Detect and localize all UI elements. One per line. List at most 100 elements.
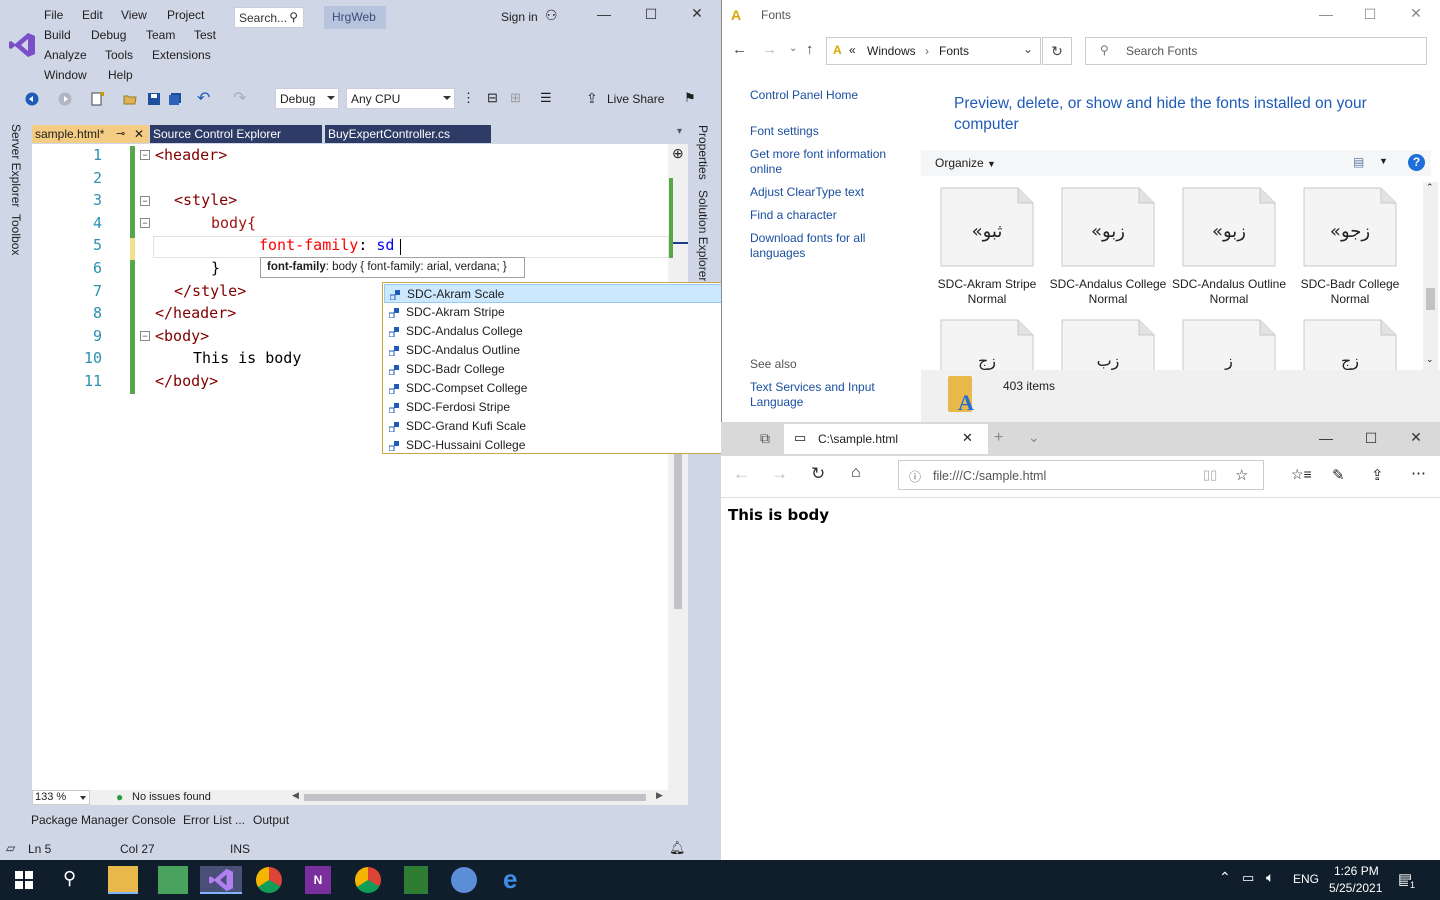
nav-find-character[interactable]: Find a character [750, 208, 837, 223]
menu-debug[interactable]: Debug [91, 28, 126, 42]
error-list-tab[interactable]: Error List ... [183, 813, 245, 827]
live-share-button[interactable]: Live Share [607, 92, 664, 106]
save-icon[interactable] [147, 92, 161, 106]
font-grid-scroll-thumb[interactable] [1426, 288, 1435, 310]
web-note-icon[interactable]: ✎ [1332, 466, 1345, 484]
completion-item[interactable]: SDC-Akram Stripe [384, 303, 737, 322]
font-file-label[interactable]: SDC-Andalus Outline Normal [1169, 277, 1289, 307]
completion-item[interactable]: SDC-Ferdosi Stripe [384, 398, 737, 417]
menu-project[interactable]: Project [167, 8, 204, 22]
menu-help[interactable]: Help [108, 68, 133, 82]
completion-item[interactable]: SDC-Akram Scale [384, 284, 737, 303]
view-options-dropdown-icon[interactable]: ▼ [1379, 156, 1388, 166]
align-icon[interactable]: ⊟ [487, 90, 498, 106]
up-icon[interactable]: ↑ [806, 41, 814, 58]
address-bar[interactable]: A « Windows › Fonts ⌄ [826, 37, 1041, 65]
explorer-maximize-button[interactable]: ☐ [1360, 6, 1380, 23]
breadcrumb-overflow-icon[interactable]: « [849, 43, 856, 57]
nav-adjust-cleartype[interactable]: Adjust ClearType text [750, 185, 864, 200]
recent-locations-icon[interactable]: ⌄ [789, 43, 797, 54]
menu-team[interactable]: Team [146, 28, 175, 42]
site-info-icon[interactable]: ⓘ [909, 468, 921, 485]
menu-edit[interactable]: Edit [82, 8, 103, 22]
nav-control-panel-home[interactable]: Control Panel Home [750, 88, 858, 103]
edge-address-bar[interactable]: ⓘ file:///C:/sample.html ▯▯ ☆ [898, 460, 1264, 490]
share-icon[interactable]: ⇪ [1371, 466, 1384, 484]
breadcrumb-windows[interactable]: Windows [867, 44, 916, 58]
notifications-bell-icon[interactable]: 🔔︎ [669, 840, 686, 856]
explorer-close-button[interactable]: ✕ [1406, 5, 1426, 22]
completion-item[interactable]: SDC-Andalus College [384, 322, 737, 341]
properties-tab[interactable]: Properties [696, 125, 710, 180]
fold-toggle[interactable]: − [140, 218, 150, 228]
tab-source-control-explorer[interactable]: Source Control Explorer [150, 125, 322, 143]
favorites-icon[interactable]: ☆≡ [1291, 466, 1312, 483]
address-dropdown-icon[interactable]: ⌄ [1023, 42, 1033, 56]
intellisense-completion-list[interactable]: SDC-Akram Scale SDC-Akram Stripe SDC-Andal… [382, 282, 754, 454]
redo-icon[interactable]: ↷ [233, 88, 246, 108]
package-manager-console-tab[interactable]: Package Manager Console [31, 813, 176, 827]
clock-date[interactable]: 5/25/2021 [1329, 881, 1382, 895]
account-icon[interactable]: ⚇ [545, 7, 558, 24]
open-folder-icon[interactable] [123, 92, 137, 106]
completion-item[interactable]: SDC-Grand Kufi Scale [384, 417, 737, 436]
taskbar-search-icon[interactable]: ⚲ [63, 868, 76, 889]
fold-toggle[interactable]: − [140, 150, 150, 160]
vs-search-box[interactable]: Search... ⚲ [234, 7, 304, 28]
fold-toggle[interactable]: − [140, 331, 150, 341]
pin-icon[interactable]: ⊸ [116, 127, 125, 140]
new-project-icon[interactable] [90, 92, 104, 106]
edge-home-icon[interactable]: ⌂ [851, 464, 861, 482]
show-hidden-icons-icon[interactable]: ⌃ [1219, 869, 1231, 886]
change-view-icon[interactable]: ▤ [1353, 155, 1364, 169]
zoom-select[interactable]: 133 % [32, 790, 90, 805]
menu-tools[interactable]: Tools [105, 48, 133, 62]
vs-close-button[interactable]: ✕ [687, 5, 707, 22]
onenote-taskbar-icon[interactable]: N [305, 866, 331, 894]
nav-more-font-info[interactable]: Get more font information online [750, 147, 900, 177]
menu-window[interactable]: Window [44, 68, 87, 82]
edge-refresh-icon[interactable]: ↻ [811, 464, 825, 484]
network-icon[interactable]: ▭ [1242, 870, 1254, 886]
close-tab-icon[interactable]: ✕ [962, 430, 973, 446]
font-file-item[interactable]: زج [940, 319, 1034, 370]
edge-close-button[interactable]: ✕ [1406, 429, 1426, 446]
undo-icon[interactable]: ↶ [197, 88, 210, 108]
favorite-star-icon[interactable]: ☆ [1235, 466, 1248, 484]
forward-icon[interactable] [58, 92, 72, 106]
refresh-button[interactable]: ↻ [1042, 37, 1072, 65]
explorer-search-box[interactable]: ⚲ Search Fonts [1085, 37, 1427, 65]
chrome-taskbar-icon-2[interactable] [355, 867, 381, 893]
help-icon[interactable]: ? [1408, 154, 1425, 171]
menu-extensions[interactable]: Extensions [152, 48, 211, 62]
organize-button[interactable]: Organize ▼ [935, 156, 996, 170]
edge-forward-icon[interactable]: → [771, 464, 788, 484]
font-file-item[interactable]: «زبو [1061, 187, 1155, 267]
layout-icon[interactable]: ⊞ [510, 90, 521, 106]
server-explorer-tab[interactable]: Server Explorer [9, 124, 23, 207]
font-file-label[interactable]: SDC-Badr College Normal [1290, 277, 1410, 307]
more-icon[interactable]: ⋯ [1411, 464, 1426, 482]
tab-preview-icon[interactable]: ⧉ [760, 430, 770, 447]
spreadsheet-taskbar-icon[interactable] [404, 866, 428, 894]
font-grid-scrollbar[interactable]: ⌃ ⌄ [1423, 182, 1438, 370]
fold-toggle[interactable]: − [140, 196, 150, 206]
edge-tab[interactable]: ▭ C:\sample.html ✕ [784, 424, 988, 454]
menu-view[interactable]: View [121, 8, 147, 22]
edge-maximize-button[interactable]: ☐ [1361, 430, 1381, 447]
platform-select[interactable]: Any CPU [346, 88, 455, 109]
tab-overflow-icon[interactable]: ▾ [677, 126, 682, 137]
font-file-item[interactable]: زب [1061, 319, 1155, 370]
format-icon[interactable]: ☰ [540, 90, 552, 106]
tab-buyexpertcontroller[interactable]: BuyExpertController.cs [325, 125, 491, 143]
new-tab-icon[interactable]: + [994, 429, 1003, 447]
font-file-item[interactable]: ز [1182, 319, 1276, 370]
feedback-icon[interactable]: ⚑ [684, 90, 696, 106]
close-icon[interactable]: ✕ [134, 127, 144, 141]
windows-start-icon[interactable] [15, 871, 33, 889]
edge-minimize-button[interactable]: — [1316, 430, 1336, 446]
input-language[interactable]: ENG [1293, 872, 1319, 886]
back-icon[interactable] [25, 92, 39, 106]
menu-build[interactable]: Build [44, 28, 71, 42]
vs-minimize-button[interactable]: — [594, 6, 614, 22]
